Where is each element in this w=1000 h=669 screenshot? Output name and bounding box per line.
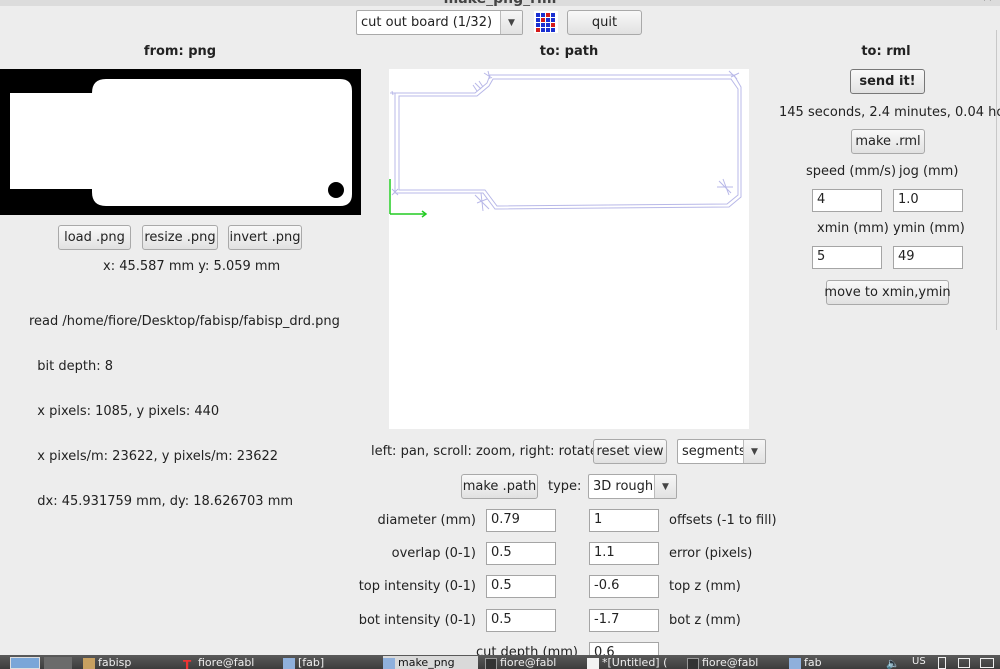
- top-z-label: top z (mm): [669, 579, 741, 594]
- quit-button[interactable]: quit: [567, 10, 642, 35]
- load-png-button[interactable]: load .png: [58, 225, 131, 250]
- invert-png-button[interactable]: invert .png: [228, 225, 302, 250]
- overlap-label: overlap (0-1): [391, 546, 476, 561]
- taskbar-item[interactable]: fabisp: [83, 656, 178, 669]
- png-info-text: read /home/fiore/Desktop/fabisp/fabisp_d…: [29, 284, 340, 524]
- path-view-canvas[interactable]: [389, 69, 749, 429]
- top-intensity-label: top intensity (0-1): [358, 579, 476, 594]
- taskbar-item[interactable]: *[Untitled] (: [587, 656, 682, 669]
- taskbar-item[interactable]: fiore@fabl: [485, 656, 580, 669]
- window-icon: [789, 658, 801, 669]
- png-info-line: x pixels: 1085, y pixels: 440: [29, 404, 220, 419]
- keyboard-layout[interactable]: US: [912, 656, 926, 667]
- overlap-field[interactable]: 0.5: [486, 542, 556, 565]
- window-titlebar: make_png_rml – ×: [0, 0, 1000, 6]
- view-mode-select[interactable]: segments ▼: [677, 439, 766, 464]
- window-icon: [383, 658, 395, 669]
- path-type-select-value: 3D rough: [593, 479, 654, 494]
- taskbar: fabisp T fiore@fabl [fab] make_png fiore…: [0, 655, 1000, 669]
- network-icon[interactable]: [958, 658, 970, 668]
- terminal-icon: [485, 658, 497, 669]
- bot-z-label: bot z (mm): [669, 613, 741, 628]
- terminal-icon: T: [183, 658, 192, 669]
- terminal-icon: [687, 658, 699, 669]
- type-label: type:: [548, 479, 582, 494]
- cursor-coords: x: 45.587 mm y: 5.059 mm: [103, 259, 281, 274]
- document-icon: [587, 658, 599, 669]
- jog-label: jog (mm): [899, 164, 959, 179]
- from-png-heading: from: png: [143, 44, 217, 59]
- bot-intensity-field[interactable]: 0.5: [486, 609, 556, 632]
- show-desktop-icon[interactable]: [10, 657, 40, 669]
- volume-icon[interactable]: 🔈: [886, 657, 900, 669]
- move-to-xmin-ymin-button[interactable]: move to xmin,ymin: [824, 280, 951, 305]
- window-edge-divider: [996, 30, 1000, 330]
- to-rml-heading: to: rml: [861, 44, 911, 59]
- battery-icon[interactable]: [938, 657, 946, 669]
- chevron-down-icon: ▼: [654, 475, 676, 498]
- png-preview-canvas[interactable]: [0, 69, 361, 215]
- xmin-label: xmin (mm): [817, 221, 889, 236]
- error-field[interactable]: 1.1: [589, 542, 659, 565]
- workspace-switcher[interactable]: [44, 657, 72, 669]
- ymin-field[interactable]: 49: [893, 246, 963, 269]
- taskbar-item[interactable]: [fab]: [283, 656, 378, 669]
- taskbar-item-active[interactable]: make_png: [383, 656, 478, 669]
- path-type-select[interactable]: 3D rough ▼: [588, 474, 677, 499]
- offsets-field[interactable]: 1: [589, 509, 659, 532]
- png-info-line: x pixels/m: 23622, y pixels/m: 23622: [29, 449, 279, 464]
- time-estimate-text: 145 seconds, 2.4 minutes, 0.04 hours: [779, 105, 1000, 120]
- mode-select[interactable]: cut out board (1/32) ▼: [356, 10, 523, 35]
- view-mode-select-value: segments: [682, 444, 743, 459]
- to-path-heading: to: path: [539, 44, 599, 59]
- jog-field[interactable]: 1.0: [893, 189, 963, 212]
- png-info-line: bit depth: 8: [29, 359, 113, 374]
- taskbar-item[interactable]: T fiore@fabl: [183, 656, 278, 669]
- png-info-line: dx: 45.931759 mm, dy: 18.626703 mm: [29, 494, 294, 509]
- chevron-down-icon: ▼: [743, 440, 765, 463]
- reset-view-button[interactable]: reset view: [593, 439, 667, 464]
- speed-label: speed (mm/s): [806, 164, 897, 179]
- xmin-field[interactable]: 5: [812, 246, 882, 269]
- top-z-field[interactable]: -0.6: [589, 575, 659, 598]
- chevron-down-icon: ▼: [500, 11, 522, 34]
- diameter-label: diameter (mm): [377, 513, 476, 528]
- display-icon[interactable]: [980, 658, 994, 668]
- bot-intensity-label: bot intensity (0-1): [358, 613, 476, 628]
- ymin-label: ymin (mm): [893, 221, 965, 236]
- speed-field[interactable]: 4: [812, 189, 882, 212]
- send-it-button[interactable]: send it!: [850, 69, 925, 94]
- mode-select-value: cut out board (1/32): [361, 15, 493, 30]
- window-title: make_png_rml: [0, 0, 1000, 6]
- taskbar-item[interactable]: fab: [789, 656, 869, 669]
- view-hint-text: left: pan, scroll: zoom, right: rotate: [371, 444, 598, 459]
- diameter-field[interactable]: 0.79: [486, 509, 556, 532]
- png-info-line: read /home/fiore/Desktop/fabisp/fabisp_d…: [29, 314, 340, 329]
- resize-png-button[interactable]: resize .png: [142, 225, 218, 250]
- taskbar-item[interactable]: fiore@fabl: [687, 656, 782, 669]
- minimize-icon[interactable]: –: [958, 0, 965, 5]
- offsets-label: offsets (-1 to fill): [669, 513, 777, 528]
- error-label: error (pixels): [669, 546, 753, 561]
- window-icon: [283, 658, 295, 669]
- close-icon[interactable]: ×: [982, 0, 993, 5]
- bot-z-field[interactable]: -1.7: [589, 609, 659, 632]
- make-path-button[interactable]: make .path: [461, 474, 538, 499]
- top-intensity-field[interactable]: 0.5: [486, 575, 556, 598]
- make-rml-button[interactable]: make .rml: [851, 129, 925, 154]
- folder-icon: [83, 658, 95, 669]
- fab-grid-icon: [534, 11, 558, 33]
